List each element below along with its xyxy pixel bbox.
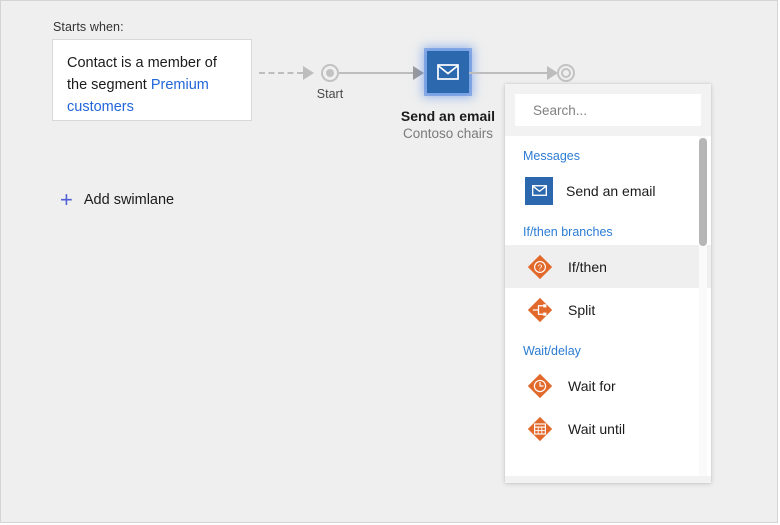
element-list-area[interactable]: Messages Send an email If/then branches	[505, 136, 711, 476]
calendar-icon	[525, 414, 555, 444]
element-list-scroll: Messages Send an email If/then branches	[505, 136, 711, 476]
scrollbar-thumb[interactable]	[699, 138, 707, 246]
clock-icon	[525, 371, 555, 401]
connector-trigger-to-start	[259, 72, 303, 74]
svg-text:?: ?	[538, 262, 543, 272]
search-box[interactable]	[515, 94, 701, 126]
question-mark-icon: ?	[525, 252, 555, 282]
start-circle-icon[interactable]	[321, 64, 339, 82]
start-label: Start	[312, 87, 348, 101]
list-item-send-an-email[interactable]: Send an email	[505, 169, 711, 212]
end-circle-icon[interactable]	[557, 64, 575, 82]
arrowhead-trigger-to-start	[303, 66, 314, 80]
plus-icon: +	[60, 189, 73, 211]
connector-start-to-email	[339, 72, 413, 74]
list-item-wait-for[interactable]: Wait for	[505, 364, 711, 407]
list-item-label: Send an email	[566, 183, 656, 199]
list-item-label: Wait until	[568, 421, 625, 437]
search-container	[505, 84, 711, 136]
starts-when-label: Starts when:	[53, 20, 124, 34]
list-item-split[interactable]: Split	[505, 288, 711, 331]
add-element-flyout-panel[interactable]: Messages Send an email If/then branches	[505, 84, 711, 483]
group-header-ifthen-branches: If/then branches	[505, 212, 711, 245]
trigger-card[interactable]: Contact is a member of the segment Premi…	[52, 39, 252, 121]
add-swimlane-label: Add swimlane	[84, 192, 174, 208]
split-branch-icon	[525, 295, 555, 325]
list-item-label: If/then	[568, 259, 607, 275]
add-swimlane-button[interactable]: + Add swimlane	[60, 189, 174, 211]
envelope-icon	[437, 64, 459, 80]
list-item-label: Wait for	[568, 378, 616, 394]
envelope-icon	[525, 177, 553, 205]
list-item-if-then[interactable]: ? If/then	[505, 245, 711, 288]
arrowhead-start-to-email	[413, 66, 424, 80]
connector-email-to-end	[469, 72, 547, 74]
list-item-wait-until[interactable]: Wait until	[505, 407, 711, 450]
workflow-canvas[interactable]: Starts when: Contact is a member of the …	[0, 0, 778, 523]
email-node-title: Send an email	[381, 108, 515, 124]
search-input[interactable]	[531, 102, 712, 119]
email-node-subtitle: Contoso chairs	[381, 126, 515, 141]
trigger-card-text: Contact is a member of the segment Premi…	[67, 52, 237, 118]
email-node[interactable]	[427, 51, 469, 93]
group-header-wait-delay: Wait/delay	[505, 331, 711, 364]
list-item-label: Split	[568, 302, 595, 318]
vertical-scrollbar[interactable]	[699, 136, 707, 476]
group-header-messages: Messages	[505, 136, 711, 169]
